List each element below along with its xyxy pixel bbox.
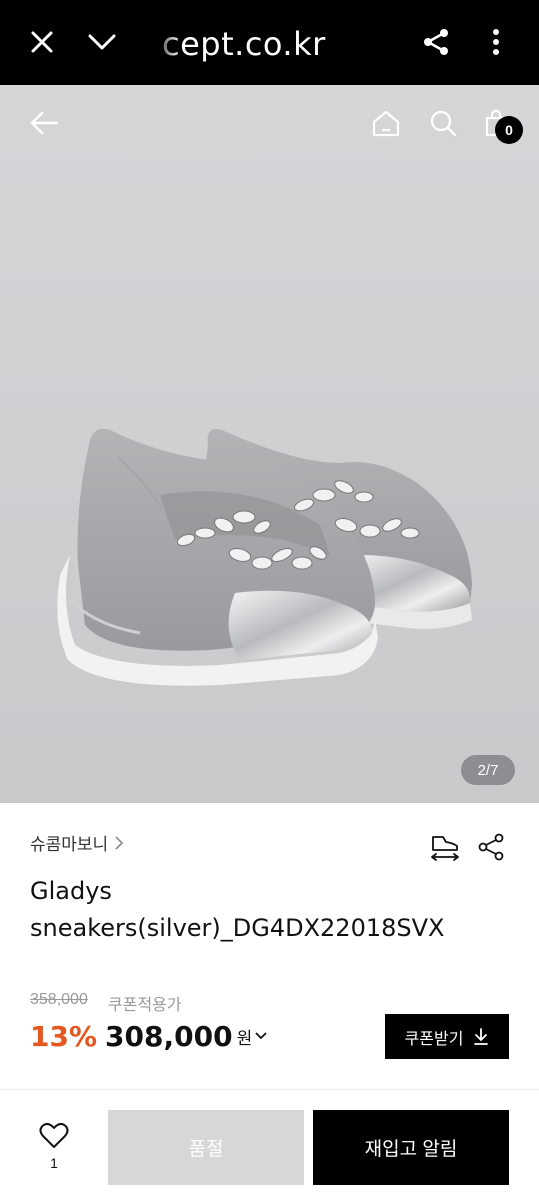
- search-button[interactable]: [423, 103, 463, 143]
- get-coupon-button[interactable]: 쿠폰받기: [385, 1014, 509, 1059]
- discount-rate: 13%: [30, 1019, 98, 1053]
- currency-unit: 원: [236, 1028, 253, 1048]
- chevron-down-icon: [255, 1032, 267, 1040]
- product-title-line1: Gladys: [30, 877, 112, 905]
- product-image-gallery[interactable]: 0 2/7: [0, 85, 539, 803]
- arrow-left-icon: [30, 111, 59, 135]
- heart-icon: [39, 1122, 69, 1148]
- like-button[interactable]: 1: [30, 1122, 78, 1182]
- size-guide-button[interactable]: [428, 830, 462, 864]
- cart-count-badge: 0: [495, 116, 523, 144]
- product-photo: [57, 428, 472, 686]
- address-url[interactable]: cept.co.kr: [162, 22, 326, 66]
- get-coupon-label: 쿠폰받기: [404, 1030, 464, 1048]
- browser-share-button[interactable]: [416, 22, 456, 62]
- share-icon: [478, 833, 504, 861]
- soldout-button[interactable]: 품절: [108, 1110, 304, 1185]
- restock-alert-button[interactable]: 재입고 알림: [313, 1110, 509, 1185]
- coupon-price-label: 쿠폰적용가: [108, 997, 182, 1014]
- search-icon: [430, 110, 457, 137]
- product-title-line2: sneakers(silver)_DG4DX22018SVX: [30, 914, 445, 942]
- home-button[interactable]: [366, 103, 406, 143]
- divider: [0, 1089, 539, 1090]
- brand-link[interactable]: 슈콤마보니: [30, 830, 124, 855]
- close-icon: [31, 31, 53, 53]
- brand-name: 슈콤마보니: [30, 835, 109, 854]
- url-fade: [150, 22, 180, 66]
- share-icon: [424, 29, 448, 55]
- browser-menu-button[interactable]: [476, 22, 516, 62]
- product-share-button[interactable]: [474, 830, 508, 864]
- like-count: 1: [50, 1155, 58, 1171]
- image-counter: 2/7: [461, 755, 515, 785]
- chevron-down-icon: [88, 34, 116, 50]
- shoe-size-icon: [431, 836, 459, 861]
- back-button[interactable]: [24, 103, 64, 143]
- original-price: 358,000: [30, 991, 88, 1008]
- download-icon: [474, 1027, 489, 1045]
- sale-price: 308,000: [105, 1019, 233, 1053]
- product-title: Gladys sneakers(silver)_DG4DX22018SVX: [30, 873, 510, 947]
- chevron-right-icon: [115, 835, 124, 850]
- browser-toolbar: cept.co.kr: [0, 0, 539, 85]
- home-icon: [372, 110, 400, 137]
- more-vertical-icon: [493, 29, 499, 55]
- collapse-button[interactable]: [82, 22, 122, 62]
- close-tab-button[interactable]: [22, 22, 62, 62]
- price-row[interactable]: 13% 308,000 원: [30, 1016, 268, 1056]
